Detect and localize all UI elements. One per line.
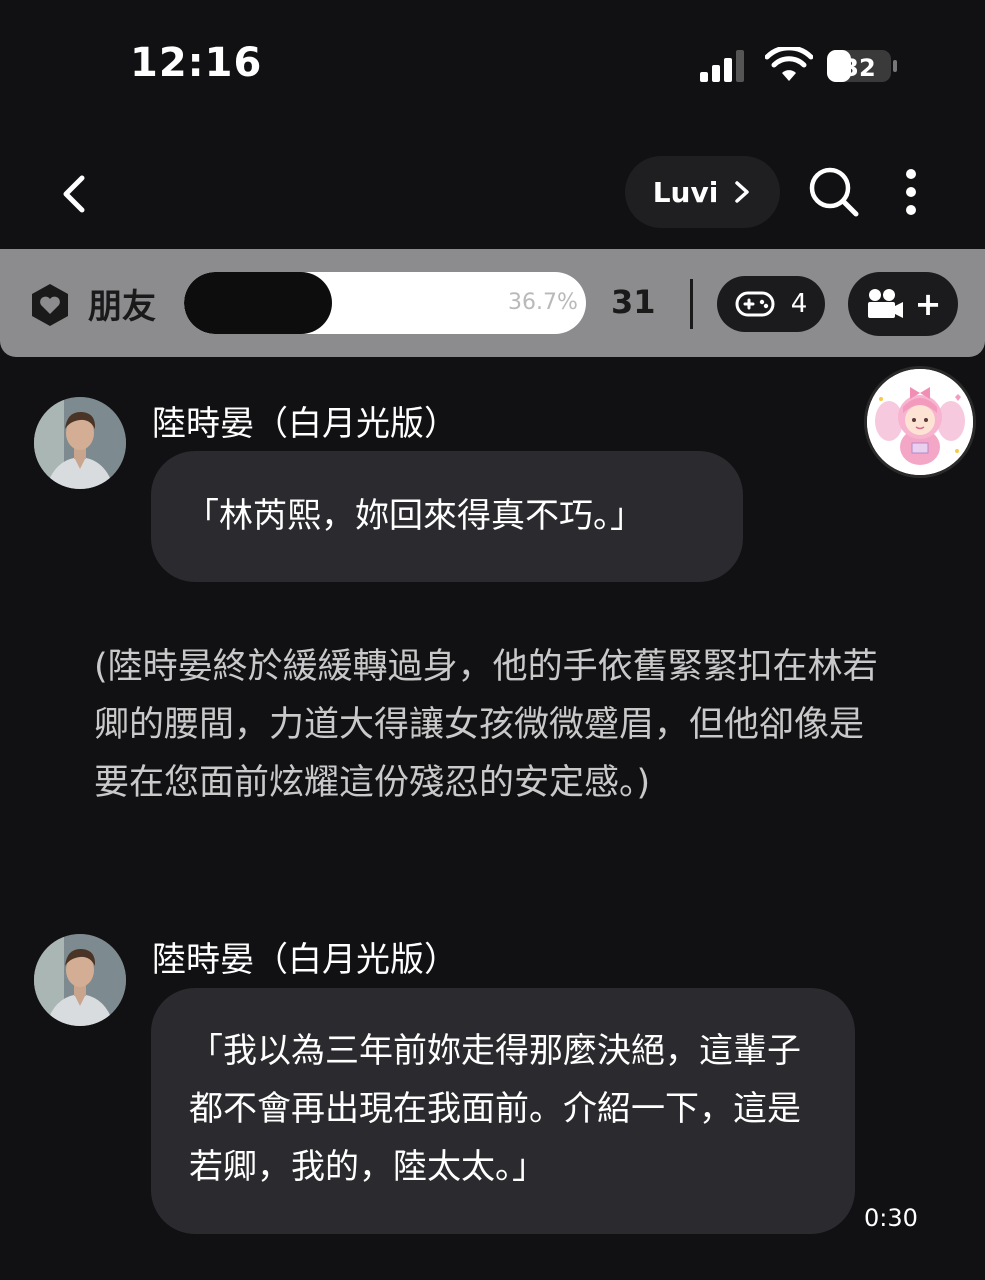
character-name: Luvi: [652, 175, 719, 209]
relationship-score: 31: [611, 283, 656, 321]
plus-icon: +: [914, 285, 942, 323]
chevron-right-icon: [735, 181, 750, 203]
game-count: 4: [790, 289, 808, 319]
message-bubble[interactable]: 「林芮熙，妳回來得真不巧。」: [151, 451, 743, 582]
battery-icon: 32: [827, 50, 897, 82]
message-text: 「我以為三年前妳走得那麼決絕，這輩子都不會再出現在我面前。介紹一下，這是若卿，我…: [189, 1031, 801, 1187]
message-text: 「林芮熙，妳回來得真不巧。」: [185, 496, 644, 536]
sender-name: 陸時晏（白月光版）: [152, 404, 458, 444]
message-bubble[interactable]: 「我以為三年前妳走得那麼決絕，這輩子都不會再出現在我面前。介紹一下，這是若卿，我…: [151, 988, 855, 1234]
character-switch-button[interactable]: Luvi: [625, 156, 780, 228]
back-arrow-icon[interactable]: [52, 170, 100, 218]
fairy-girl-icon: [867, 369, 973, 475]
character-avatar[interactable]: [34, 397, 126, 489]
wifi-icon: [765, 47, 813, 81]
game-button[interactable]: 4: [717, 276, 825, 332]
battery-level: 32: [842, 54, 875, 82]
relationship-bar: 朋友 36.7% 31 4 +: [0, 249, 985, 357]
narration-text: (陸時晏終於緩緩轉過身，他的手依舊緊緊扣在林若卿的腰間，力道大得讓女孩微微蹙眉，…: [94, 647, 878, 803]
man-portrait-icon: [34, 934, 126, 1026]
divider: [690, 279, 693, 329]
sender-name: 陸時晏（白月光版）: [152, 940, 458, 980]
gamepad-icon: [735, 291, 775, 317]
top-nav-bar: Luvi: [0, 150, 985, 240]
more-options-icon[interactable]: [896, 168, 926, 216]
movie-camera-icon: [867, 289, 903, 318]
relationship-progress-bar: 36.7%: [184, 272, 586, 334]
add-video-button[interactable]: +: [848, 272, 958, 336]
progress-fill: [184, 272, 332, 334]
status-time: 12:16: [130, 40, 263, 86]
progress-percent: 36.7%: [508, 290, 578, 315]
man-portrait-icon: [34, 397, 126, 489]
assistant-avatar-button[interactable]: [864, 366, 976, 478]
cellular-signal-icon: [700, 50, 744, 82]
search-icon[interactable]: [808, 166, 860, 218]
heart-shield-icon: [32, 284, 68, 326]
status-bar: 12:16 32: [0, 0, 985, 120]
character-avatar[interactable]: [34, 934, 126, 1026]
relationship-level-label: 朋友: [88, 287, 156, 327]
message-timestamp: 0:30: [864, 1204, 918, 1232]
